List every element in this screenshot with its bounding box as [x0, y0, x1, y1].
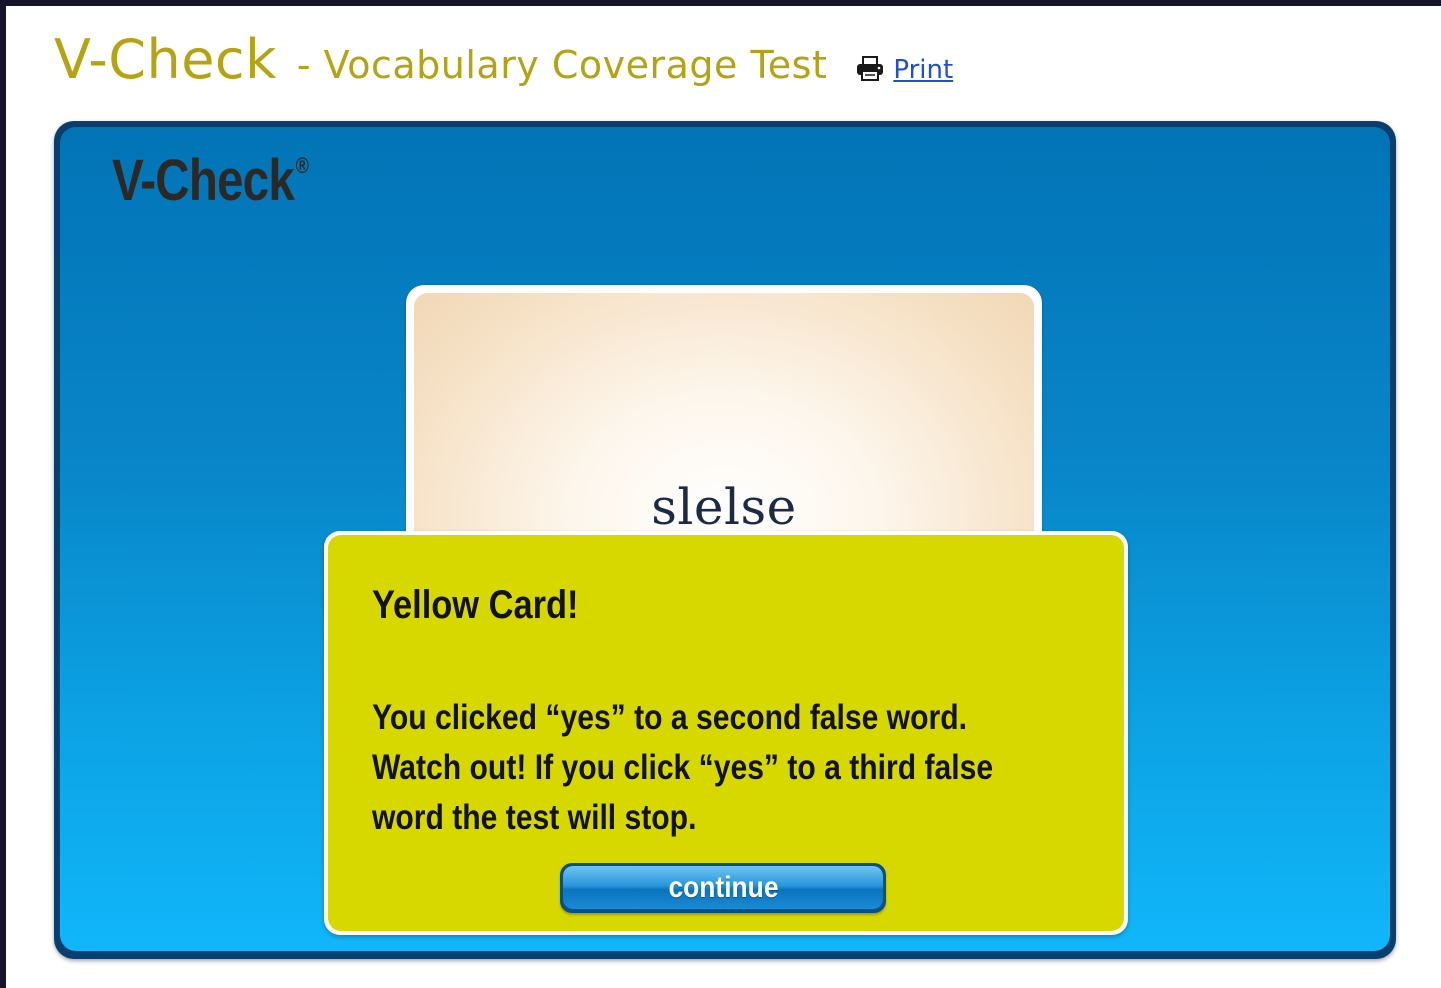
- page-header: V-Check - Vocabulary Coverage Test Print: [54, 28, 953, 91]
- registered-mark: ®: [295, 153, 309, 178]
- brand-name: V-Check: [112, 148, 295, 213]
- dialog-title: Yellow Card!: [372, 583, 579, 627]
- printer-icon[interactable]: [855, 56, 885, 82]
- yellow-card-dialog: Yellow Card! You clicked “yes” to a seco…: [324, 531, 1128, 935]
- dialog-message-line: Watch out! If you click “yes” to a third…: [372, 748, 994, 787]
- test-panel: V-Check® slelse Yellow Card! You clicked…: [54, 121, 1396, 959]
- page-title: V-Check: [54, 28, 277, 91]
- dialog-message-line: You clicked “yes” to a second false word…: [372, 698, 967, 737]
- page-subtitle: - Vocabulary Coverage Test: [296, 43, 828, 87]
- continue-button-face[interactable]: continue: [563, 866, 883, 909]
- page: V-Check - Vocabulary Coverage Test Print…: [6, 6, 1441, 988]
- print-link[interactable]: Print: [893, 55, 953, 85]
- continue-button[interactable]: continue: [560, 863, 886, 913]
- dialog-message: You clicked “yes” to a second false word…: [372, 693, 1077, 843]
- print-control[interactable]: Print: [855, 52, 953, 85]
- test-panel-body: V-Check® slelse Yellow Card! You clicked…: [60, 127, 1390, 951]
- continue-button-label: continue: [668, 870, 778, 904]
- dialog-message-line: word the test will stop.: [372, 798, 697, 837]
- test-word: slelse: [651, 478, 797, 536]
- yellow-card-body: Yellow Card! You clicked “yes” to a seco…: [328, 535, 1124, 931]
- brand-logo: V-Check®: [112, 147, 309, 214]
